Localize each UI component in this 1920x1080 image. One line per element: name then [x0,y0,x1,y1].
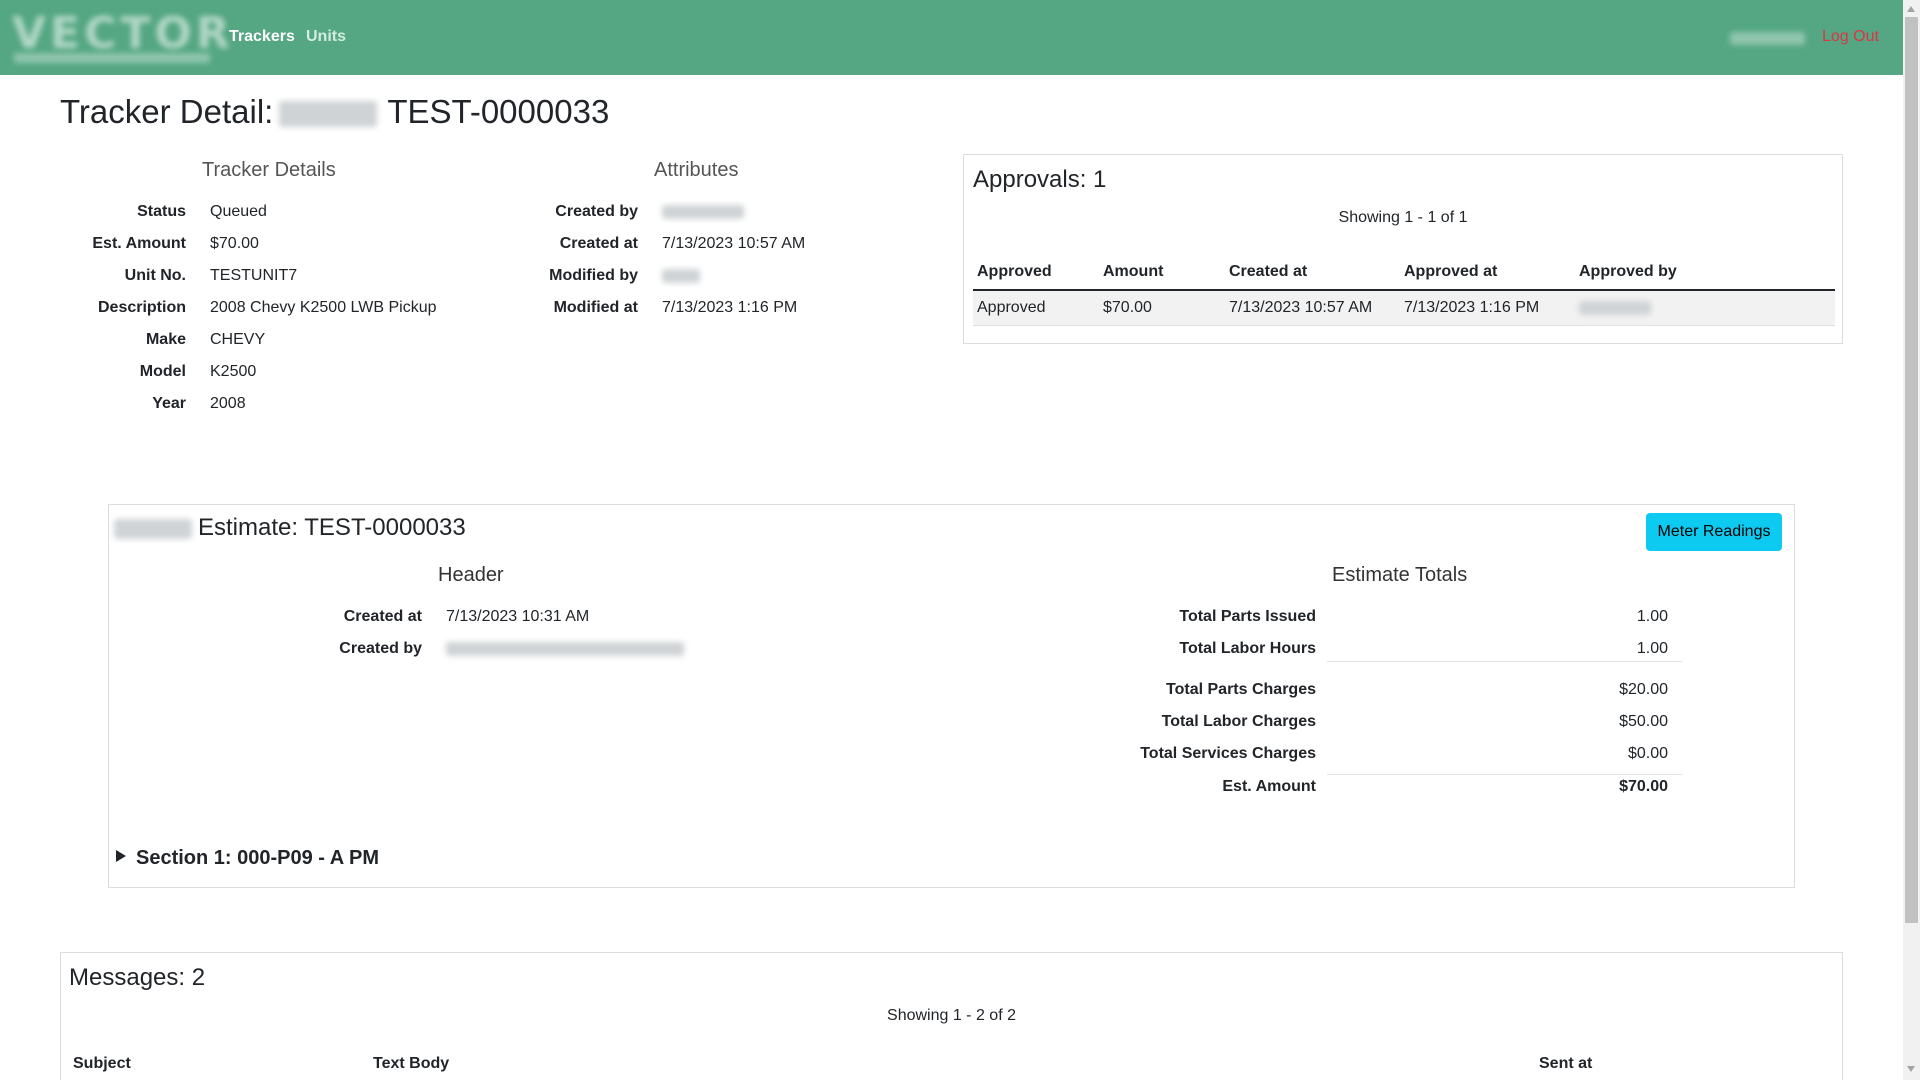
estimate-total-value: $70.00 [1619,778,1668,795]
attribute-value: 7/13/2023 1:16 PM [662,299,798,316]
estimate-total-value: $50.00 [1619,713,1668,730]
approvals-table: Approved Amount Created at Approved at A… [973,255,1835,326]
attributes-heading: Attributes [654,159,739,181]
scroll-thumb[interactable] [1905,17,1918,923]
page-title-id: TEST-0000033 [387,93,610,130]
tracker-detail-value: $70.00 [210,235,259,252]
page-title-prefix: Tracker Detail: [60,93,274,130]
estimate-total-label: Est. Amount [1222,778,1316,795]
scroll-up-arrow-icon[interactable] [1907,6,1915,12]
approval-status-cell: Approved [973,290,1099,326]
messages-col-sent-at[interactable]: Sent at [1539,1055,1592,1073]
tracker-detail-value: 2008 [210,395,246,412]
estimate-header-redacted-value [446,641,684,656]
estimate-header-heading: Header [438,564,504,586]
approvals-col-approved-at[interactable]: Approved at [1400,255,1575,291]
estimate-total-value: $0.00 [1627,745,1668,762]
estimate-header-label: Created at [343,608,422,625]
tracker-detail-label: Status [137,203,186,220]
approval-approved-by-cell [1575,290,1835,326]
attribute-redacted-value [662,268,700,283]
estimate-title-text: Estimate: TEST-0000033 [198,514,466,541]
estimate-total-value: 1.00 [1636,640,1668,657]
scroll-down-arrow-icon[interactable] [1907,1066,1915,1072]
tracker-detail-value: TESTUNIT7 [210,267,298,284]
totals-divider-1 [1327,661,1682,662]
approval-approved-at-cell: 7/13/2023 1:16 PM [1400,290,1575,326]
totals-divider-2 [1327,774,1682,775]
logo-wordmark: VECTOR [12,8,234,59]
section-1-label: Section 1: 000-P09 - A PM [136,847,380,869]
messages-col-subject[interactable]: Subject [73,1055,131,1073]
table-row: Approved $70.00 7/13/2023 10:57 AM 7/13/… [973,290,1835,326]
estimate-company-redacted [114,518,192,539]
vertical-scrollbar[interactable] [1903,0,1920,1080]
tracker-detail-label: Description [97,299,186,316]
estimate-total-value: 1.00 [1636,608,1668,625]
meter-readings-button[interactable]: Meter Readings [1646,513,1782,551]
expand-triangle-icon [116,850,126,862]
approvals-col-approved[interactable]: Approved [973,255,1099,291]
attribute-label: Modified at [553,299,638,316]
estimate-title: Estimate: TEST-0000033 [114,513,466,543]
estimate-header-value [446,640,684,658]
attribute-label: Created by [555,203,638,220]
approval-created-at-cell: 7/13/2023 10:57 AM [1225,290,1400,326]
estimate-header-value: 7/13/2023 10:31 AM [446,608,590,625]
approvals-col-created-at[interactable]: Created at [1225,255,1400,291]
messages-title: Messages: 2 [69,964,206,991]
attribute-redacted-value [662,204,744,219]
estimate-total-label: Total Labor Hours [1179,640,1316,657]
estimate-header-label: Created by [339,640,422,657]
estimate-total-label: Total Services Charges [1140,745,1316,762]
nav-trackers-link[interactable]: Trackers [229,28,295,46]
approval-amount-cell: $70.00 [1099,290,1225,326]
approvals-card: Approvals: 1 Showing 1 - 1 of 1 Approved… [963,154,1843,344]
approvals-col-approved-by[interactable]: Approved by [1575,255,1835,291]
tracker-detail-value: K2500 [210,363,257,380]
attribute-value [662,267,700,285]
tracker-detail-label: Unit No. [124,267,186,284]
approvals-showing-count: Showing 1 - 1 of 1 [1338,209,1468,226]
estimate-totals-heading: Estimate Totals [1332,564,1468,586]
tracker-detail-label: Year [152,395,186,412]
approvals-col-amount[interactable]: Amount [1099,255,1225,291]
approver-name-redacted [1579,300,1651,315]
page: VECTOR Trackers Units Log Out Tracker De… [0,0,1903,1080]
company-name-redacted [279,101,378,128]
tracker-detail-label: Model [139,363,186,380]
messages-col-text-body[interactable]: Text Body [373,1055,449,1073]
attribute-label: Modified by [549,267,638,284]
estimate-total-value: $20.00 [1619,681,1668,698]
page-title: Tracker Detail: TEST-0000033 [60,92,609,132]
estimate-total-label: Total Parts Charges [1166,681,1316,698]
tracker-detail-value: 2008 Chevy K2500 LWB Pickup [210,299,437,316]
messages-showing-count: Showing 1 - 2 of 2 [887,1007,1016,1024]
estimate-total-label: Total Labor Charges [1161,713,1316,730]
app-logo[interactable]: VECTOR [6,6,230,69]
attribute-label: Created at [559,235,638,252]
top-navbar: VECTOR Trackers Units Log Out [0,0,1903,75]
tracker-detail-value: Queued [210,203,267,220]
estimate-total-label: Total Parts Issued [1179,608,1316,625]
logout-link[interactable]: Log Out [1822,28,1879,46]
section-1-toggle[interactable]: Section 1: 000-P09 - A PM [116,847,379,870]
tracker-details-heading: Tracker Details [202,159,336,181]
attribute-value: 7/13/2023 10:57 AM [662,235,806,252]
nav-username-redacted[interactable] [1730,32,1805,45]
attribute-value [662,203,744,221]
approvals-title: Approvals: 1 [973,166,1107,193]
nav-units-link[interactable]: Units [306,28,346,46]
tracker-detail-label: Est. Amount [92,235,186,252]
logo-tagline-redacted [14,53,210,63]
tracker-detail-value: CHEVY [210,331,266,348]
messages-card: Messages: 2 Showing 1 - 2 of 2 Subject T… [60,952,1843,1080]
tracker-detail-label: Make [145,331,186,348]
